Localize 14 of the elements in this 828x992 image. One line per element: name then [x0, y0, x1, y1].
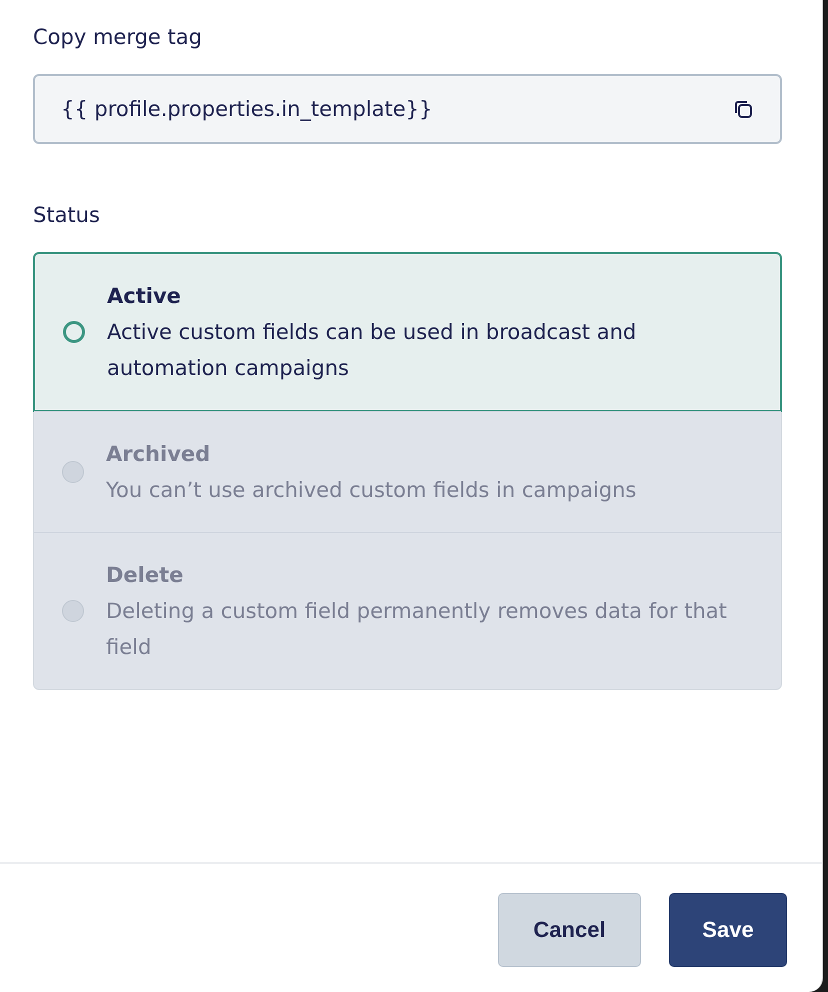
save-button[interactable]: Save [669, 893, 787, 967]
option-description: You can’t use archived custom fields in campaigns [106, 477, 636, 504]
cancel-button[interactable]: Cancel [498, 893, 641, 967]
option-description: Active custom fields can be used in broadcast and automation campaigns [107, 319, 638, 382]
merge-tag-field[interactable]: {{ profile.properties.in_template}} [33, 74, 782, 144]
radio-button[interactable] [63, 321, 85, 343]
option-title: Archived [106, 441, 212, 468]
option-title: Active [107, 283, 182, 310]
option-description: Deleting a custom field permanently removes data for that field [106, 598, 728, 661]
copy-icon[interactable] [732, 98, 754, 120]
status-option[interactable]: Active Active custom fields can be used in broadcast and automation campaigns [33, 252, 782, 412]
field-label: Copy merge tag [33, 24, 203, 51]
option-title: Delete [106, 562, 184, 589]
section-label: Status [33, 202, 101, 229]
